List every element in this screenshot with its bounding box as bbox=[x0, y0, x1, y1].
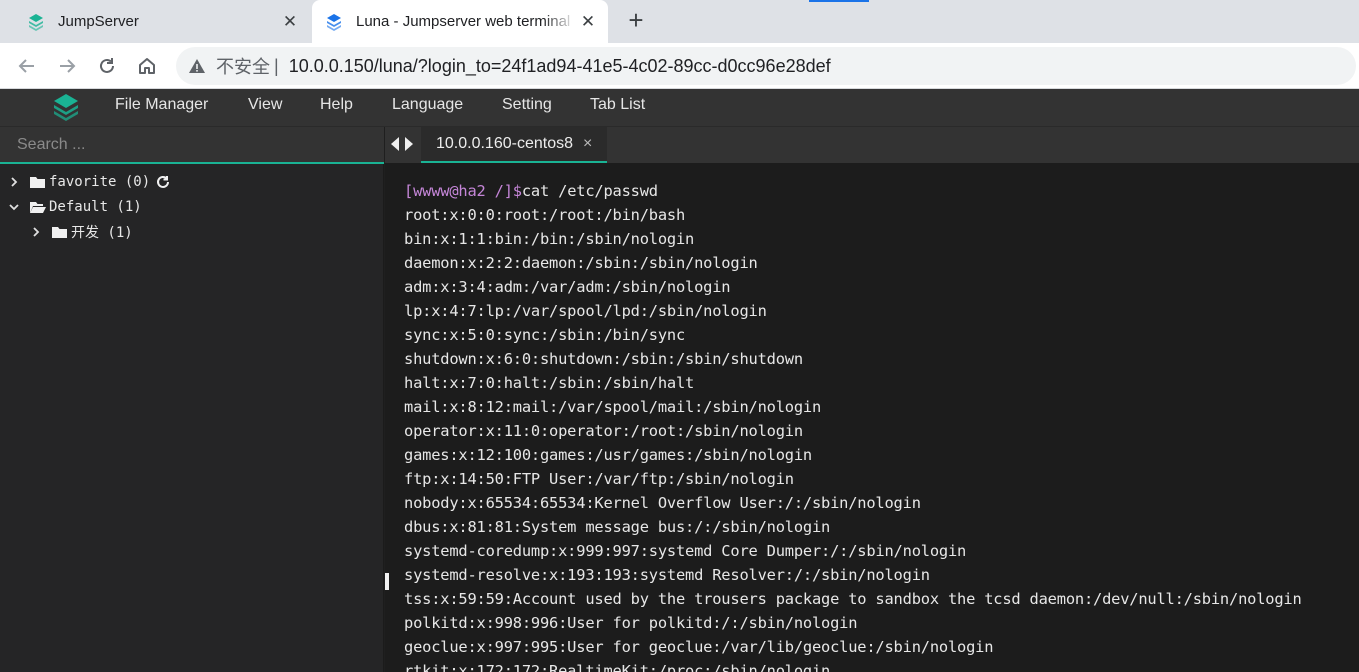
browser-tab-luna[interactable]: Luna - Jumpserver web terminal ✕ bbox=[312, 0, 608, 43]
forward-button[interactable] bbox=[51, 50, 83, 82]
jumpserver-logo-icon bbox=[29, 13, 43, 31]
browser-tab-strip: JumpServer ✕ Luna - Jumpserver web termi… bbox=[0, 0, 1359, 43]
terminal-output[interactable]: [wwww@ha2 /]$cat /etc/passwd root:x:0:0:… bbox=[385, 163, 1359, 672]
terminal-command-line: [wwww@ha2 /]$cat /etc/passwd bbox=[404, 182, 658, 200]
browser-toolbar: 不安全 | 10.0.0.150/luna/?login_to=24f1ad94… bbox=[0, 43, 1359, 89]
menu-help[interactable]: Help bbox=[320, 89, 353, 127]
terminal-line: shutdown:x:6:0:shutdown:/sbin:/sbin/shut… bbox=[404, 350, 803, 368]
tree-node-favorite[interactable]: favorite (0) bbox=[8, 171, 170, 193]
tree-node-default[interactable]: Default (1) bbox=[8, 196, 142, 218]
url-text[interactable]: 10.0.0.150/luna/?login_to=24f1ad94-41e5-… bbox=[289, 56, 831, 77]
tree-node-dev[interactable]: 开发 (1) bbox=[30, 221, 133, 243]
terminal-prompt: [wwww@ha2 /]$ bbox=[404, 182, 522, 200]
close-tab-icon[interactable]: ✕ bbox=[278, 12, 302, 32]
browser-tab-title: Luna - Jumpserver web terminal bbox=[356, 13, 571, 30]
terminal-line: rtkit:x:172:172:RealtimeKit:/proc:/sbin/… bbox=[404, 662, 831, 672]
warning-icon bbox=[189, 59, 205, 73]
close-tab-icon[interactable]: ✕ bbox=[576, 12, 600, 32]
terminal-line: dbus:x:81:81:System message bus:/:/sbin/… bbox=[404, 518, 831, 536]
search-input[interactable] bbox=[0, 127, 384, 162]
chevron-right-icon[interactable] bbox=[30, 226, 42, 238]
menu-file-manager[interactable]: File Manager bbox=[115, 89, 208, 127]
folder-icon bbox=[52, 227, 67, 238]
home-icon bbox=[139, 58, 155, 74]
terminal-line: root:x:0:0:root:/root:/bin/bash bbox=[404, 206, 686, 224]
terminal-command: cat /etc/passwd bbox=[521, 182, 658, 200]
arrow-left-icon bbox=[18, 59, 34, 73]
jumpserver-logo-icon bbox=[54, 94, 78, 121]
terminal-line: operator:x:11:0:operator:/root:/sbin/nol… bbox=[404, 422, 803, 440]
asset-sidebar: favorite (0) Default (1) 开发 (1) bbox=[0, 127, 384, 672]
menu-language[interactable]: Language bbox=[392, 89, 463, 127]
back-button[interactable] bbox=[11, 50, 43, 82]
terminal-line: polkitd:x:998:996:User for polkitd:/:/sb… bbox=[404, 614, 858, 632]
chevron-right-icon[interactable] bbox=[8, 176, 20, 188]
folder-open-icon bbox=[30, 202, 46, 213]
menu-setting[interactable]: Setting bbox=[502, 89, 552, 127]
terminal-line: sync:x:5:0:sync:/sbin:/bin/sync bbox=[404, 326, 686, 344]
chevron-down-icon[interactable] bbox=[8, 201, 20, 213]
tree-node-label: Default (1) bbox=[49, 199, 142, 215]
session-tab-label: 10.0.0.160-centos8 bbox=[436, 135, 573, 152]
terminal-line: systemd-coredump:x:999:997:systemd Core … bbox=[404, 542, 967, 560]
session-tab-bar: 10.0.0.160-centos8 × bbox=[385, 127, 1359, 163]
new-tab-button[interactable]: + bbox=[620, 5, 652, 37]
reload-icon bbox=[100, 58, 114, 73]
browser-tab-jumpserver[interactable]: JumpServer ✕ bbox=[4, 0, 310, 43]
terminal-panel: 10.0.0.160-centos8 × [wwww@ha2 /]$cat /e… bbox=[385, 127, 1359, 672]
terminal-line: daemon:x:2:2:daemon:/sbin:/sbin/nologin bbox=[404, 254, 758, 272]
terminal-line: tss:x:59:59:Account used by the trousers… bbox=[404, 590, 1302, 608]
tab-scroll-arrows-icon[interactable] bbox=[391, 137, 415, 151]
folder-icon bbox=[30, 177, 45, 188]
refresh-icon[interactable] bbox=[156, 175, 170, 189]
close-session-icon[interactable]: × bbox=[583, 135, 592, 153]
terminal-line: geoclue:x:997:995:User for geoclue:/var/… bbox=[404, 638, 994, 656]
terminal-line: games:x:12:100:games:/usr/games:/sbin/no… bbox=[404, 446, 812, 464]
terminal-line: ftp:x:14:50:FTP User:/var/ftp:/sbin/nolo… bbox=[404, 470, 794, 488]
terminal-line: mail:x:8:12:mail:/var/spool/mail:/sbin/n… bbox=[404, 398, 822, 416]
address-bar[interactable]: 不安全 | 10.0.0.150/luna/?login_to=24f1ad94… bbox=[176, 47, 1356, 85]
home-button[interactable] bbox=[131, 50, 163, 82]
app-menubar: File Manager View Help Language Setting … bbox=[0, 89, 1359, 127]
reload-button[interactable] bbox=[91, 50, 123, 82]
address-separator: | bbox=[274, 55, 279, 76]
tree-node-label: 开发 (1) bbox=[71, 225, 133, 241]
search-box bbox=[0, 127, 384, 164]
session-tab[interactable]: 10.0.0.160-centos8 × bbox=[421, 127, 607, 163]
tab-accent-bar bbox=[809, 0, 869, 2]
terminal-line: systemd-resolve:x:193:193:systemd Resolv… bbox=[404, 566, 930, 584]
terminal-cursor bbox=[385, 573, 389, 590]
arrow-right-icon bbox=[60, 59, 76, 73]
terminal-line: halt:x:7:0:halt:/sbin:/sbin/halt bbox=[404, 374, 695, 392]
browser-tab-title: JumpServer bbox=[58, 13, 139, 30]
menu-tab-list[interactable]: Tab List bbox=[590, 89, 645, 127]
terminal-line: lp:x:4:7:lp:/var/spool/lpd:/sbin/nologin bbox=[404, 302, 767, 320]
menu-view[interactable]: View bbox=[248, 89, 282, 127]
luna-logo-icon bbox=[327, 13, 341, 31]
tree-node-label: favorite (0) bbox=[49, 174, 151, 190]
terminal-line: nobody:x:65534:65534:Kernel Overflow Use… bbox=[404, 494, 921, 512]
terminal-line: adm:x:3:4:adm:/var/adm:/sbin/nologin bbox=[404, 278, 731, 296]
security-label[interactable]: 不安全 bbox=[216, 53, 270, 79]
terminal-line: bin:x:1:1:bin:/bin:/sbin/nologin bbox=[404, 230, 695, 248]
